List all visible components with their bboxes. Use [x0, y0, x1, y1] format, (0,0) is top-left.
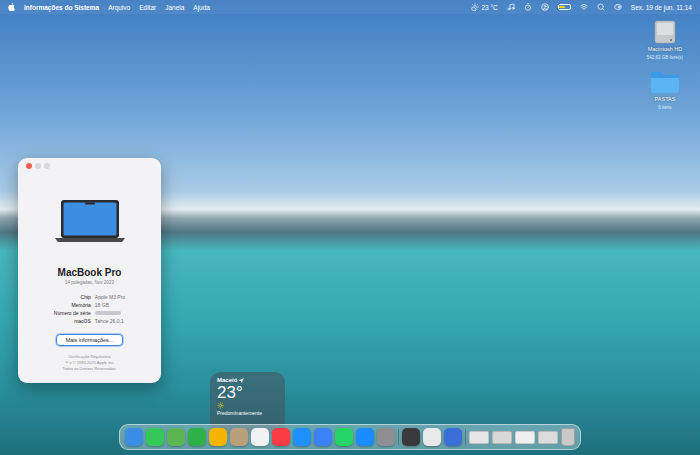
- battery-fill: [559, 6, 565, 9]
- battery-icon[interactable]: [558, 4, 571, 10]
- spec-label: macOS: [54, 318, 91, 324]
- dock-app-icon[interactable]: [293, 428, 311, 446]
- dock-app-icon[interactable]: [402, 428, 420, 446]
- menu-item[interactable]: Janela: [165, 4, 184, 11]
- laptop-icon: [54, 199, 126, 243]
- desktop-icon[interactable]: PASTAS6 itens: [650, 70, 680, 110]
- desktop-icon[interactable]: Macintosh HD542,63 GB livre(s): [647, 20, 683, 60]
- dock-window-thumbnail[interactable]: [538, 431, 558, 444]
- dock-app-icon[interactable]: [272, 428, 290, 446]
- wifi-icon[interactable]: [580, 3, 588, 11]
- dock-app-icon[interactable]: [377, 428, 395, 446]
- dock-app-icon[interactable]: [188, 428, 206, 446]
- dock-app-icon[interactable]: [125, 428, 143, 446]
- footer-line[interactable]: Certificação Regulatória: [68, 354, 111, 359]
- apple-logo-icon[interactable]: [8, 3, 15, 11]
- menu-item[interactable]: Ajuda: [193, 4, 210, 11]
- menu-bar: Informações do Sistema Arquivo Editar Janel…: [0, 0, 700, 14]
- music-icon[interactable]: [507, 3, 515, 11]
- trash-icon[interactable]: [561, 428, 575, 446]
- clock[interactable]: Sex. 19 de jun.11:14: [631, 4, 692, 11]
- control-center-icon[interactable]: [614, 3, 622, 11]
- search-icon[interactable]: [597, 3, 605, 11]
- window-control[interactable]: [35, 163, 41, 169]
- dock-app-icon[interactable]: [230, 428, 248, 446]
- desktop-icons: Macintosh HD542,63 GB livre(s) PASTAS6 it…: [638, 20, 692, 110]
- spec-value: Tahoe 26.0.1: [95, 318, 125, 324]
- weather-temperature: 23°: [217, 384, 278, 401]
- model-subtitle: 14 polegadas, Nov 2023: [65, 280, 114, 285]
- model-name: MacBook Pro: [58, 267, 122, 278]
- hard-drive-icon[interactable]: [654, 20, 676, 44]
- window-control[interactable]: [44, 163, 50, 169]
- window-control[interactable]: [26, 163, 32, 169]
- dock-app-icon[interactable]: [444, 428, 462, 446]
- menu-bar-left: Informações do Sistema Arquivo Editar Janel…: [8, 3, 210, 11]
- dock-app-icon[interactable]: [356, 428, 374, 446]
- menu-item[interactable]: Editar: [139, 4, 156, 11]
- dock-window-thumbnail[interactable]: [469, 431, 489, 444]
- folder-icon[interactable]: [650, 70, 680, 94]
- weather-status[interactable]: 23 °C: [471, 3, 497, 11]
- dock-window-thumbnail[interactable]: [492, 431, 512, 444]
- menu-bar-right: 23 °C Sex. 19 de jun.11:14: [471, 3, 692, 11]
- spec-label: Chip: [54, 294, 91, 300]
- weather-city: Maceió: [217, 377, 278, 383]
- spec-label: Memória: [54, 302, 91, 308]
- about-window: MacBook Pro 14 polegadas, Nov 2023 Chip App…: [18, 158, 161, 383]
- desktop: Informações do Sistema Arquivo Editar Janel…: [0, 0, 700, 455]
- dock-app-icon[interactable]: [314, 428, 332, 446]
- dock-app-icon[interactable]: [167, 428, 185, 446]
- dock-app-icon[interactable]: [335, 428, 353, 446]
- spec-list: Chip Apple M3 Pro Memória 18 GB Número de sé…: [54, 294, 125, 324]
- spec-label: Número de série: [54, 310, 91, 316]
- location-arrow-icon: [239, 378, 244, 383]
- dock-window-thumbnail[interactable]: [515, 431, 535, 444]
- app-menu[interactable]: Informações do Sistema: [24, 4, 99, 11]
- dock-app-icon[interactable]: [423, 428, 441, 446]
- weather-condition: Predominantemente: [217, 410, 278, 416]
- more-info-button[interactable]: Mais informações...: [56, 334, 124, 346]
- user-icon[interactable]: [541, 3, 549, 11]
- dock-app-icon[interactable]: [251, 428, 269, 446]
- sun-icon: [217, 402, 224, 409]
- footer-line: Todos os Direitos Reservados.: [62, 366, 116, 371]
- redacted-value: [95, 311, 121, 315]
- dock-separator: [465, 429, 466, 445]
- spec-value: Apple M3 Pro: [95, 294, 125, 300]
- footer: Certificação Regulatória™ e © 1983-2025 …: [62, 354, 116, 371]
- dock-separator: [398, 429, 399, 445]
- dock-app-icon[interactable]: [146, 428, 164, 446]
- timer-icon[interactable]: [524, 3, 532, 11]
- dock: [119, 424, 581, 450]
- menu-item[interactable]: Arquivo: [108, 4, 130, 11]
- cloud-sun-icon[interactable]: [471, 3, 479, 11]
- spec-value: 18 GB: [95, 302, 125, 308]
- footer-line: ™ e © 1983-2025 Apple Inc.: [64, 360, 114, 365]
- dock-app-icon[interactable]: [209, 428, 227, 446]
- title-bar: [26, 163, 153, 169]
